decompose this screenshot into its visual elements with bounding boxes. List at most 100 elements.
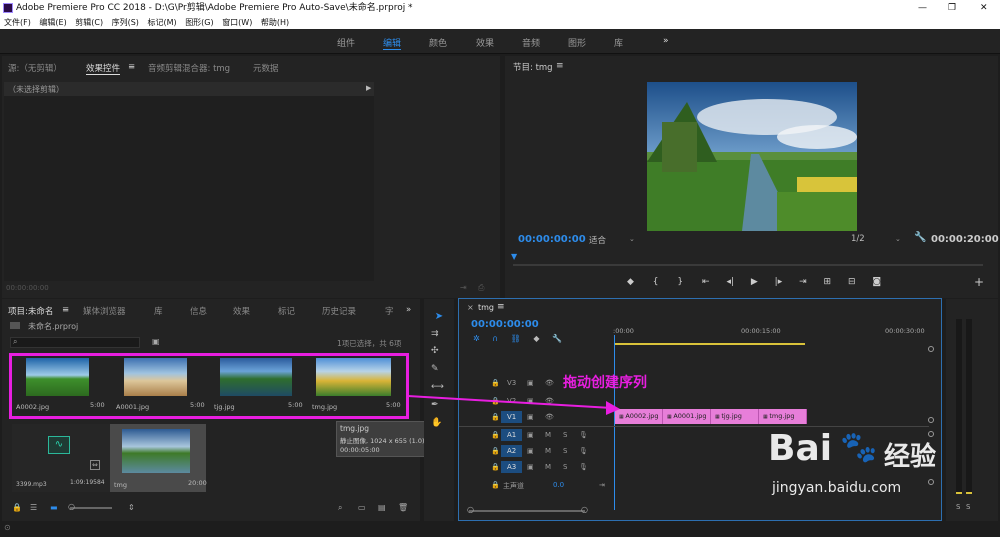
sync-icon[interactable]: ▣ [527, 413, 534, 421]
export-icon[interactable]: ⎙ [478, 283, 484, 293]
tab-metadata[interactable]: 元数据 [253, 62, 279, 74]
new-item-icon[interactable]: ▤ [378, 503, 386, 512]
sync-icon[interactable]: ▣ [527, 397, 534, 405]
menu-graphics[interactable]: 图形(G) [185, 18, 213, 27]
expand-arrow-icon[interactable]: ▶ [366, 84, 371, 92]
go-to-out-icon[interactable]: ⇥ [799, 277, 807, 287]
tab-info[interactable]: 信息 [190, 305, 207, 317]
pen-tool-icon[interactable]: ✒ [431, 400, 439, 410]
chevron-down-icon[interactable]: ⌄ [629, 235, 635, 243]
project-menu-icon[interactable]: ≡ [62, 305, 69, 315]
menu-icon[interactable]: ≡ [128, 62, 135, 72]
project-item[interactable]: ∿ ⇔ 3399.mp3 1:09:19584 [12, 424, 110, 492]
workspace-tab-effects[interactable]: 效果 [476, 36, 494, 49]
menu-marker[interactable]: 标记(M) [147, 18, 176, 27]
scroll-handle-icon[interactable]: ○ [581, 505, 588, 514]
hand-tool-icon[interactable]: ✋ [431, 418, 442, 428]
solo-icon[interactable]: S [563, 431, 567, 439]
lock-icon[interactable]: 🔒 [12, 503, 22, 512]
horizontal-scrollbar[interactable] [469, 510, 585, 512]
new-bin-icon[interactable]: ▭ [358, 503, 366, 512]
sync-icon[interactable]: ▣ [527, 463, 534, 471]
solo-icon[interactable]: S [563, 447, 567, 455]
solo-icon[interactable]: S [563, 463, 567, 471]
menu-sequence[interactable]: 序列(S) [112, 18, 139, 27]
lock-icon[interactable]: 🔒 [491, 481, 500, 489]
lift-icon[interactable]: ⊞ [824, 277, 832, 287]
timeline-timecode[interactable]: 00:00:00:00 [471, 319, 539, 330]
workspace-tab-editing[interactable]: 编辑 [383, 36, 402, 50]
menu-help[interactable]: 帮助(H) [261, 18, 289, 27]
work-area-bar[interactable] [615, 343, 805, 345]
workspace-tab-libraries[interactable]: 库 [614, 36, 623, 49]
step-back-icon[interactable]: ◂| [726, 277, 734, 287]
sync-icon[interactable]: ▣ [527, 447, 534, 455]
slip-tool-icon[interactable]: ⟷ [431, 382, 444, 392]
scroll-handle-icon[interactable]: ○ [467, 505, 474, 514]
lock-icon[interactable]: 🔒 [491, 463, 500, 471]
tab-libraries[interactable]: 库 [154, 305, 163, 317]
lock-icon[interactable]: 🔒 [491, 397, 500, 405]
more-tabs-icon[interactable]: » [406, 305, 411, 315]
mute-icon[interactable]: M [545, 431, 551, 439]
timeline-clip[interactable]: ▦ A0001.jpg [663, 409, 711, 424]
mic-icon[interactable]: 🎙 [579, 431, 588, 439]
eye-icon[interactable]: 👁 [545, 413, 554, 421]
snap-icon[interactable]: ∩ [492, 334, 498, 343]
mute-icon[interactable]: M [545, 463, 551, 471]
menu-file[interactable]: 文件(F) [4, 18, 31, 27]
icon-view-icon[interactable]: ▬ [50, 503, 58, 512]
add-marker-icon[interactable]: ◆ [533, 334, 539, 343]
close-button[interactable]: ✕ [980, 0, 988, 16]
out-point-icon[interactable]: } [677, 277, 683, 287]
razor-tool-icon[interactable]: ✎ [431, 364, 439, 374]
list-view-icon[interactable]: ☰ [30, 503, 37, 512]
vertical-scroll-handle[interactable] [928, 346, 934, 352]
sync-icon[interactable]: ▣ [527, 431, 534, 439]
track-select-tool-icon[interactable]: ⇉ [431, 329, 439, 339]
new-search-bin-icon[interactable]: ▣ [152, 337, 160, 346]
tab-source[interactable]: 源:（无剪辑） [8, 62, 62, 74]
eye-icon[interactable]: 👁 [545, 379, 554, 387]
workspace-tab-assembly[interactable]: 组件 [337, 36, 355, 49]
track-label[interactable]: V1 [501, 411, 523, 423]
sort-icon[interactable]: ⇕ [128, 503, 135, 512]
tab-markers[interactable]: 标记 [278, 305, 295, 317]
linked-selection-icon[interactable]: ⛓ [511, 334, 521, 343]
zoom-handle-icon[interactable]: ○ [68, 502, 75, 511]
selection-tool-icon[interactable]: ➤ [431, 311, 447, 325]
mic-icon[interactable]: 🎙 [579, 463, 588, 471]
playhead-icon[interactable]: ▼ [511, 252, 517, 261]
workspace-more-icon[interactable]: » [663, 36, 669, 46]
vertical-scroll-handle[interactable] [928, 417, 934, 423]
project-item-sequence[interactable]: tmg 20:00 [110, 424, 207, 492]
go-to-end-icon[interactable]: ⇥ [599, 481, 605, 489]
wrench-icon[interactable]: 🔧 [914, 232, 926, 243]
timeline-clip[interactable]: ▦ tjg.jpg [711, 409, 759, 424]
workspace-tab-color[interactable]: 颜色 [429, 36, 447, 49]
master-value[interactable]: 0.0 [553, 481, 564, 489]
zoom-slider[interactable] [70, 507, 112, 509]
tab-project[interactable]: 项目:未命名 [8, 305, 53, 317]
tab-effects[interactable]: 效果 [233, 305, 250, 317]
tab-char[interactable]: 字 [385, 305, 394, 317]
workspace-tab-graphics[interactable]: 图形 [568, 36, 586, 49]
fit-dropdown[interactable]: 适合 [589, 234, 606, 246]
camera-icon[interactable]: ◙ [872, 277, 881, 287]
chevron-down-icon[interactable]: ⌄ [895, 235, 901, 243]
search-field[interactable]: ⌕ [10, 337, 140, 348]
timeline-menu-icon[interactable]: ≡ [497, 302, 505, 312]
delete-icon[interactable]: 🗑 [398, 503, 408, 512]
mic-icon[interactable]: 🎙 [579, 447, 588, 455]
mute-icon[interactable]: M [545, 447, 551, 455]
workspace-tab-audio[interactable]: 音频 [522, 36, 540, 49]
timeline-clip[interactable]: ▦ tmg.jpg [759, 409, 807, 424]
track-label[interactable]: A2 [501, 445, 523, 457]
add-button-icon[interactable]: + [974, 275, 984, 289]
menu-window[interactable]: 窗口(W) [222, 18, 252, 27]
marker-icon[interactable]: ◆ [627, 277, 634, 287]
step-forward-icon[interactable]: |▸ [775, 277, 783, 287]
minimize-button[interactable]: — [918, 0, 927, 16]
find-icon[interactable]: ⌕ [338, 503, 342, 513]
playback-icon[interactable]: ⇥ [460, 283, 467, 292]
